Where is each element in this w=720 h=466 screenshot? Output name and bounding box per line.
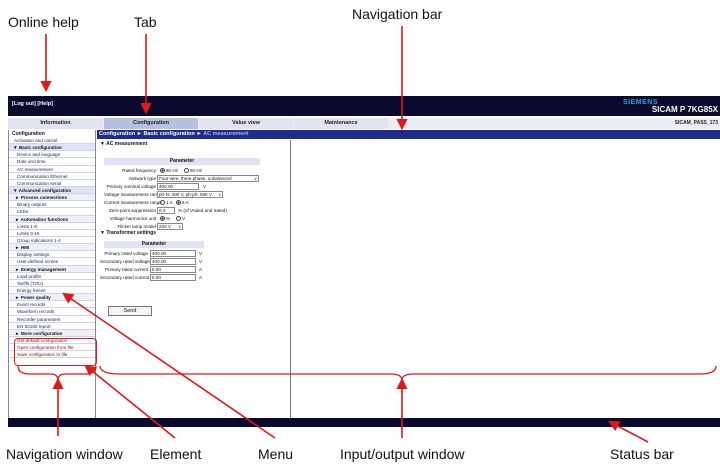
arrow-element bbox=[84, 364, 176, 439]
annotation-overlay bbox=[17, 26, 717, 443]
arrow-status-bar bbox=[608, 420, 649, 443]
brace-navigation-window bbox=[17, 365, 97, 381]
brace-input-output-window bbox=[99, 365, 717, 381]
